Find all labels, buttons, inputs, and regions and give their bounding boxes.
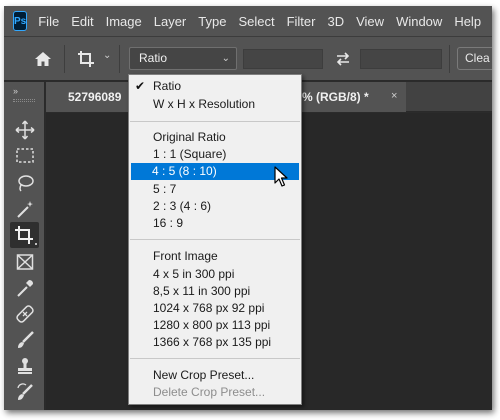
document-tab-mode: ,5% (RGB/8) * [292, 90, 369, 104]
menu-item-delete-crop-preset: Delete Crop Preset... [153, 385, 266, 399]
menu-item-2-3[interactable]: 2 : 3 (4 : 6) [153, 198, 211, 215]
crop-tool-preset-icon[interactable] [77, 50, 97, 68]
home-icon[interactable] [34, 51, 52, 67]
frame-tool-icon[interactable] [15, 252, 35, 272]
panel-grip[interactable] [13, 99, 35, 102]
ratio-dropdown-menu: ✔ Ratio W x H x Resolution Original Rati… [128, 74, 302, 405]
menu-item-new-crop-preset[interactable]: New Crop Preset... [153, 367, 254, 384]
swap-arrows-icon[interactable] [335, 51, 351, 67]
lasso-tool-icon[interactable] [15, 173, 35, 193]
mouse-pointer-icon [274, 166, 288, 193]
menu-item-ratio[interactable]: Ratio [153, 78, 181, 95]
marquee-tool-icon[interactable] [15, 146, 35, 166]
menu-bar: Ps File Edit Image Layer Type Select Fil… [4, 6, 492, 37]
crop-tool-icon[interactable] [10, 222, 39, 248]
menu-3d[interactable]: 3D [327, 14, 344, 29]
menu-separator [130, 358, 300, 359]
clone-stamp-tool-icon[interactable] [15, 356, 35, 376]
options-separator [119, 45, 120, 73]
menu-window[interactable]: Window [396, 14, 442, 29]
magic-wand-tool-icon[interactable] [15, 199, 35, 219]
menu-item-w-h-resolution[interactable]: W x H x Resolution [153, 96, 255, 113]
checkmark-icon: ✔ [135, 79, 146, 93]
height-input[interactable] [360, 49, 442, 69]
ratio-select-value: Ratio [139, 51, 168, 65]
document-tab-title: 52796089 [68, 90, 122, 104]
healing-brush-tool-icon[interactable] [15, 304, 35, 324]
menu-view[interactable]: View [356, 14, 384, 29]
menu-item-1366x768[interactable]: 1366 x 768 px 135 ppi [153, 334, 271, 351]
menu-separator [130, 121, 300, 122]
brush-tool-icon[interactable] [15, 330, 35, 350]
menu-type[interactable]: Type [198, 14, 226, 29]
menu-item-4x5-300ppi[interactable]: 4 x 5 in 300 ppi [153, 266, 234, 283]
clear-button[interactable]: Clea [457, 47, 492, 70]
menu-help[interactable]: Help [454, 14, 481, 29]
menu-item-1-1-square[interactable]: 1 : 1 (Square) [153, 146, 226, 163]
history-brush-tool-icon[interactable] [15, 382, 35, 402]
menu-item-1280x800[interactable]: 1280 x 800 px 113 ppi [153, 317, 270, 334]
menu-item-5-7[interactable]: 5 : 7 [153, 181, 176, 198]
chevron-down-icon[interactable]: ⌄ [103, 50, 111, 61]
menu-item-front-image[interactable]: Front Image [153, 248, 218, 265]
photoshop-logo: Ps [13, 11, 28, 31]
close-icon[interactable]: × [391, 90, 397, 102]
menu-item-original-ratio[interactable]: Original Ratio [153, 129, 226, 146]
menu-separator [130, 239, 300, 240]
menu-edit[interactable]: Edit [71, 14, 93, 29]
collapse-panel-icon[interactable]: ›› [13, 86, 18, 96]
menu-item-16-9[interactable]: 16 : 9 [153, 215, 183, 232]
options-separator [449, 45, 450, 73]
menu-filter[interactable]: Filter [287, 14, 316, 29]
width-input[interactable] [243, 49, 323, 69]
ratio-select[interactable]: Ratio ⌄ [129, 47, 237, 70]
menu-item-1024x768[interactable]: 1024 x 768 px 92 ppi [153, 300, 264, 317]
tools-panel: ›› [4, 82, 45, 410]
move-tool-icon[interactable] [15, 120, 35, 140]
menu-image[interactable]: Image [106, 14, 142, 29]
eyedropper-tool-icon[interactable] [15, 278, 35, 298]
options-separator [64, 45, 65, 73]
menu-layer[interactable]: Layer [154, 14, 187, 29]
menu-item-8-5x11-300ppi[interactable]: 8,5 x 11 in 300 ppi [153, 283, 250, 300]
menu-select[interactable]: Select [238, 14, 274, 29]
menu-file[interactable]: File [38, 14, 59, 29]
chevron-down-icon: ⌄ [221, 53, 230, 64]
photoshop-window: Ps File Edit Image Layer Type Select Fil… [4, 6, 492, 410]
